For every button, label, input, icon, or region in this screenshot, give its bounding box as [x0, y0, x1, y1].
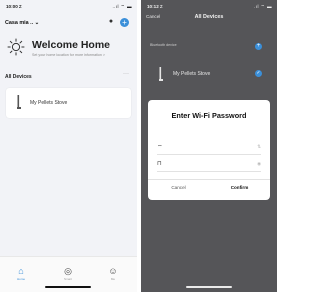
- tab-smart[interactable]: ◎ Smart: [53, 266, 83, 281]
- tab-home[interactable]: ⌂ Home: [6, 266, 36, 281]
- wifi-ssid-field[interactable]: ⌔ ⇅: [157, 141, 261, 155]
- section-title-all-devices[interactable]: All Devices: [5, 74, 32, 80]
- right-phone-screen: 10:12 ≠ .ıl ⌔ ▬ All Devices Cancel Bluet…: [141, 0, 277, 292]
- tab-label: Me: [110, 277, 116, 281]
- welcome-title: Welcome Home: [32, 39, 110, 51]
- status-bar: 10:00 ≠ ..ıl ⌔ ▬: [0, 0, 137, 12]
- device-name[interactable]: My Pellets Stove: [173, 71, 210, 77]
- stove-icon: [159, 67, 163, 81]
- home-indicator: [45, 286, 91, 288]
- device-card[interactable]: My Pellets Stove: [6, 88, 131, 118]
- home-selector[interactable]: Casa mia .. ⌄: [5, 20, 39, 26]
- wifi-icon: ⌔: [157, 145, 163, 151]
- welcome-subtitle[interactable]: Set your home location for more informat…: [32, 53, 105, 57]
- left-phone-screen: 10:00 ≠ ..ıl ⌔ ▬ Casa mia .. ⌄ ● + Welco…: [0, 0, 137, 292]
- confirm-button[interactable]: Confirm: [209, 185, 270, 190]
- cancel-link[interactable]: Cancel: [146, 14, 160, 19]
- divider: [148, 179, 270, 180]
- tab-label: Smart: [63, 277, 72, 281]
- tab-bar: ⌂ Home ◎ Smart ☺ Me: [0, 256, 137, 292]
- home-indicator: [186, 286, 232, 288]
- lock-icon: ⊓: [157, 161, 162, 167]
- cancel-button[interactable]: Cancel: [148, 185, 209, 190]
- house-icon: ⌂: [18, 266, 24, 276]
- wifi-password-field[interactable]: ⊓ ◉: [157, 158, 261, 172]
- more-icon[interactable]: ···: [123, 71, 129, 77]
- dialog-title: Enter Wi-Fi Password: [171, 111, 247, 120]
- status-icons: .ıl ⌔ ▬: [254, 4, 272, 9]
- stove-icon: [17, 95, 21, 109]
- page-title: All Devices: [194, 14, 224, 20]
- me-icon: ☺: [108, 266, 118, 276]
- wifi-password-dialog: Enter Wi-Fi Password ⌔ ⇅ ⊓ ◉ Cancel Conf…: [148, 100, 270, 200]
- status-bar: 10:12 ≠ .ıl ⌔ ▬: [141, 0, 277, 12]
- bell-icon[interactable]: ●: [107, 18, 115, 26]
- tab-label: Home: [16, 277, 25, 281]
- sun-icon: [7, 38, 25, 56]
- device-name: My Pellets Stove: [30, 100, 68, 106]
- status-time: 10:00 ≠: [6, 4, 22, 9]
- bluetooth-device-label: Bluetooth device: [150, 43, 177, 47]
- add-device-icon[interactable]: +: [120, 18, 129, 27]
- smart-icon: ◎: [64, 266, 72, 276]
- check-icon: ✓: [255, 70, 262, 77]
- add-icon[interactable]: +: [255, 43, 262, 50]
- switch-network-icon[interactable]: ⇅: [257, 144, 261, 150]
- status-time: 10:12 ≠: [147, 4, 163, 9]
- tab-me[interactable]: ☺ Me: [98, 266, 128, 281]
- show-password-icon[interactable]: ◉: [257, 161, 261, 167]
- status-icons: ..ıl ⌔ ▬: [112, 4, 132, 9]
